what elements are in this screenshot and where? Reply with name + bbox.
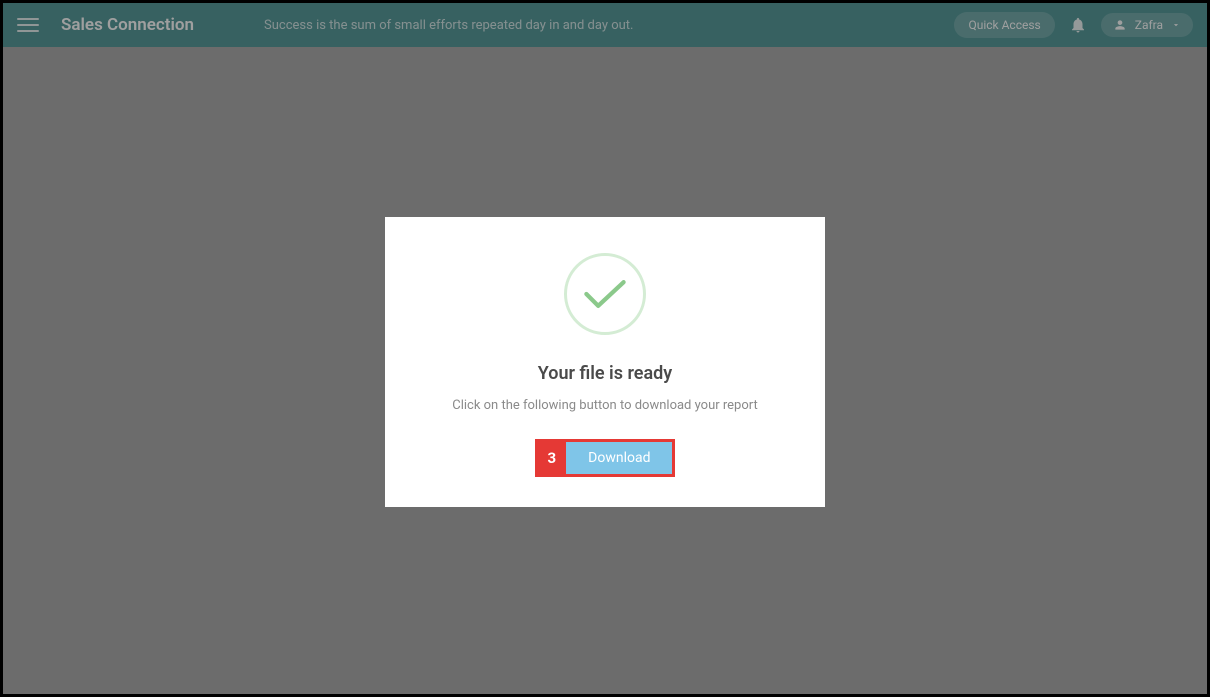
success-check-icon	[564, 253, 646, 335]
download-callout: 3 Download	[535, 439, 676, 477]
download-ready-modal: Your file is ready Click on the followin…	[385, 217, 825, 507]
modal-subtitle: Click on the following button to downloa…	[415, 398, 795, 413]
step-number-badge: 3	[538, 442, 567, 474]
download-button[interactable]: Download	[566, 442, 672, 474]
modal-title: Your file is ready	[415, 363, 795, 384]
app-container: Sales Connection Success is the sum of s…	[3, 3, 1207, 694]
